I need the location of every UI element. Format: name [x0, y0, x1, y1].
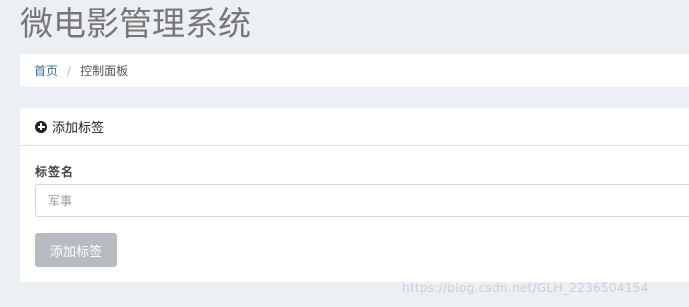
breadcrumb-current: 控制面板: [80, 64, 129, 78]
page: 微电影管理系统 首页 / 控制面板 添加标签 标签名 添加标签 https://…: [0, 0, 689, 307]
breadcrumb-separator: /: [67, 63, 72, 78]
watermark: https://blog.csdn.net/GLH_2236504154: [402, 281, 649, 295]
breadcrumb-home-link[interactable]: 首页: [34, 62, 58, 79]
add-tag-button[interactable]: 添加标签: [35, 233, 117, 267]
add-tag-panel: 添加标签 标签名 添加标签: [20, 108, 689, 282]
panel-header: 添加标签: [20, 108, 689, 146]
plus-circle-icon: [35, 120, 47, 133]
tag-name-label: 标签名: [35, 165, 75, 179]
panel-title: 添加标签: [52, 121, 105, 136]
tag-name-input[interactable]: [35, 184, 689, 217]
page-title: 微电影管理系统: [20, 4, 251, 43]
breadcrumb: 首页 / 控制面板: [20, 54, 689, 87]
